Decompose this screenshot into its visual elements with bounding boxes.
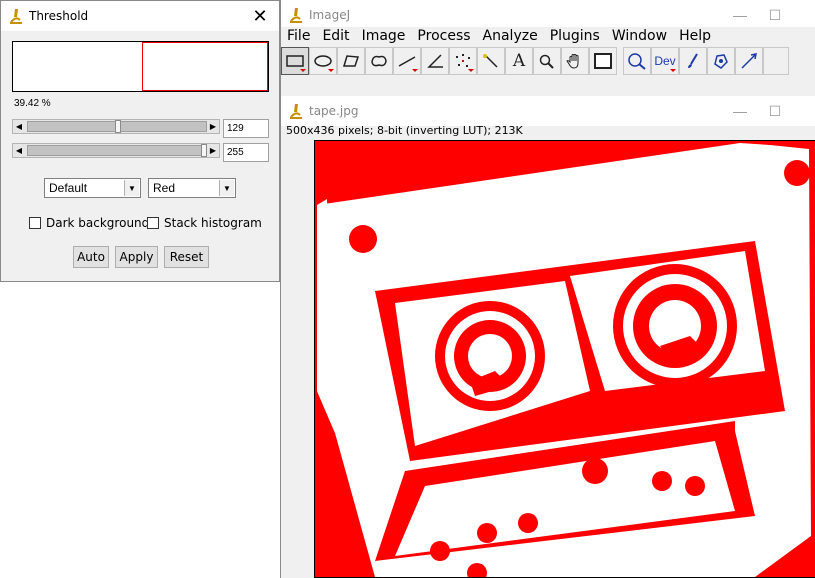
image-titlebar[interactable]: tape.jpg — ☐ [281, 96, 815, 126]
wand-icon[interactable] [477, 47, 505, 75]
display-mode-select-value: Red [153, 181, 176, 195]
slider-left-arrow-icon[interactable]: ◀ [13, 120, 25, 133]
stack-histogram-checkbox[interactable]: Stack histogram [147, 216, 262, 230]
rectangle-icon[interactable] [281, 47, 309, 75]
maximize-icon[interactable]: ☐ [760, 0, 790, 30]
method-select[interactable]: Default ▼ [44, 178, 141, 198]
microscope-icon [289, 7, 303, 23]
dark-background-checkbox[interactable]: Dark background [29, 216, 149, 230]
imagej-titlebar[interactable]: ImageJ — ☐ [281, 0, 815, 30]
imagej-window: ImageJ — ☐ File Edit Image Process Analy… [280, 0, 815, 96]
text-icon[interactable]: A [505, 47, 533, 75]
threshold-titlebar[interactable]: Threshold ✕ [1, 1, 279, 31]
display-mode-select[interactable]: Red ▼ [148, 178, 236, 198]
checkbox-box[interactable] [147, 217, 159, 229]
image-canvas[interactable] [314, 140, 815, 578]
slider-right-arrow-icon[interactable]: ▶ [207, 144, 219, 157]
menu-help[interactable]: Help [673, 27, 717, 45]
reset-button[interactable]: Reset [164, 246, 209, 268]
line-icon[interactable] [393, 47, 421, 75]
image-info: 500x436 pixels; 8-bit (inverting LUT); 2… [286, 124, 523, 137]
lower-threshold-slider[interactable]: ◀ ▶ [12, 119, 220, 134]
menu-process[interactable]: Process [411, 27, 476, 45]
menu-plugins[interactable]: Plugins [544, 27, 606, 45]
hand-icon[interactable] [561, 47, 589, 75]
threshold-title: Threshold [29, 9, 89, 23]
text-tool-glyph: A [512, 51, 526, 71]
checkbox-box[interactable] [29, 217, 41, 229]
upper-threshold-field[interactable]: 255 [223, 143, 269, 162]
threshold-range-box [142, 42, 268, 91]
auto-button[interactable]: Auto [73, 246, 109, 268]
menu-file[interactable]: File [281, 27, 316, 45]
menu-image[interactable]: Image [356, 27, 412, 45]
dev-icon[interactable]: Dev [651, 47, 679, 75]
apply-button[interactable]: Apply [115, 246, 158, 268]
stack-histogram-label: Stack histogram [164, 216, 262, 230]
point-icon[interactable] [449, 47, 477, 75]
upper-slider-thumb[interactable] [27, 145, 207, 156]
dev-label: Dev [654, 54, 676, 68]
slider-left-arrow-icon[interactable]: ◀ [13, 144, 25, 157]
color-picker-icon[interactable] [589, 47, 617, 75]
histogram-plot [12, 41, 269, 92]
microscope-icon [289, 103, 303, 119]
toolbar: A Dev [281, 47, 789, 75]
lower-threshold-field[interactable]: 129 [223, 119, 269, 138]
upper-threshold-slider[interactable]: ◀ ▶ [12, 143, 220, 158]
oval-icon[interactable] [309, 47, 337, 75]
chevron-down-icon: ▼ [219, 180, 234, 196]
minimize-icon[interactable]: — [725, 0, 755, 30]
brush-icon[interactable] [679, 47, 707, 75]
threshold-percent: 39.42 % [14, 98, 51, 109]
microscope-icon [9, 8, 23, 24]
minimize-icon[interactable]: — [725, 96, 755, 126]
arrow-icon[interactable] [735, 47, 763, 75]
menu-edit[interactable]: Edit [316, 27, 355, 45]
chevron-down-icon: ▼ [124, 180, 139, 196]
menu-window[interactable]: Window [606, 27, 673, 45]
image-window: tape.jpg — ☐ 500x436 pixels; 8-bit (inve… [280, 96, 815, 578]
imagej-title: ImageJ [309, 8, 351, 22]
magnifier-icon[interactable] [533, 47, 561, 75]
image-title: tape.jpg [309, 104, 359, 118]
freehand-icon[interactable] [365, 47, 393, 75]
menu-analyze[interactable]: Analyze [477, 27, 544, 45]
empty-tool-slot [763, 47, 789, 75]
threshold-dialog: Threshold ✕ 39.42 % ◀ ▶ 129 ◀ ▶ 255 Defa… [0, 0, 280, 282]
flood-fill-icon[interactable] [707, 47, 735, 75]
polygon-icon[interactable] [337, 47, 365, 75]
zoom-icon[interactable] [623, 47, 651, 75]
slider-right-arrow-icon[interactable]: ▶ [207, 120, 219, 133]
menubar: File Edit Image Process Analyze Plugins … [281, 27, 815, 45]
close-icon[interactable]: ✕ [245, 1, 275, 31]
cassette-tape-image [315, 141, 815, 577]
dark-background-label: Dark background [46, 216, 150, 230]
method-select-value: Default [49, 181, 88, 195]
lower-slider-knob[interactable] [115, 120, 122, 133]
maximize-icon[interactable]: ☐ [760, 96, 790, 126]
angle-icon[interactable] [421, 47, 449, 75]
